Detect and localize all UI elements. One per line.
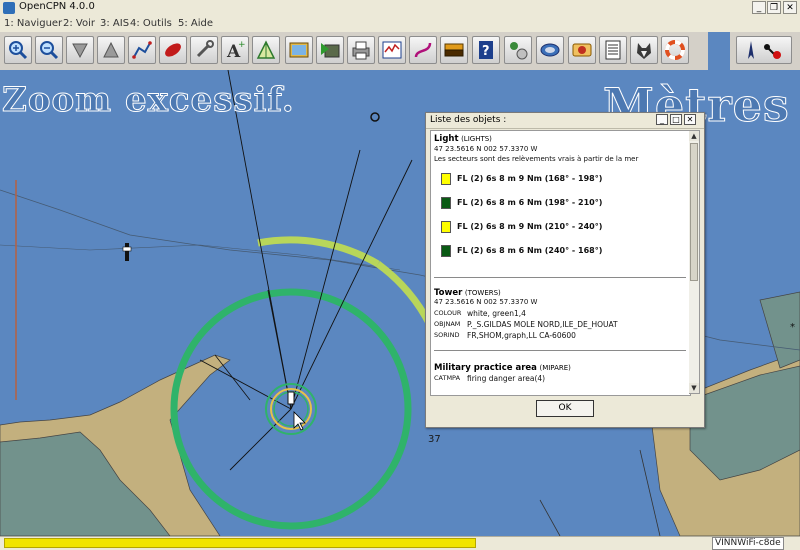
- ais-icon: [510, 42, 528, 60]
- military-header: Military practice area (MIPARE): [434, 363, 571, 373]
- dialog-title: Liste des objets :: [430, 115, 507, 125]
- menu-aide[interactable]: 5: Aide: [178, 18, 213, 29]
- window-title: OpenCPN 4.0.0: [19, 1, 95, 12]
- tools-button[interactable]: [190, 36, 218, 64]
- settings-button[interactable]: [378, 36, 406, 64]
- ok-button[interactable]: OK: [536, 400, 594, 417]
- north-up-icon: [748, 41, 781, 59]
- chart-button[interactable]: [285, 36, 313, 64]
- tides-icon: [256, 40, 276, 59]
- track-button[interactable]: [409, 36, 437, 64]
- depth-sounding: 37: [428, 434, 441, 445]
- divider: [434, 277, 686, 278]
- compass-button[interactable]: [568, 36, 596, 64]
- dialog-maximize-button[interactable]: □: [670, 114, 682, 125]
- route-icon: [132, 41, 152, 59]
- light-header: Light (LIGHTS): [434, 134, 492, 144]
- title-bar: OpenCPN 4.0.0 _ ❐ ✕: [0, 0, 800, 17]
- chart-quilt-icon: [540, 43, 560, 57]
- status-bar: VINNWiFi-c8de: [0, 536, 800, 550]
- lifebuoy-button[interactable]: [661, 36, 689, 64]
- main-toolbar: A + ?: [0, 32, 708, 71]
- light-position: 47 23.5616 N 002 57.3370 W: [434, 145, 538, 153]
- divider: [434, 350, 686, 351]
- app-icon: [3, 2, 15, 14]
- dialog-scrollbar[interactable]: ▲ ▼: [689, 130, 700, 394]
- sector-color-swatch: [441, 221, 451, 233]
- lifebuoy-icon: [665, 40, 685, 60]
- scroll-up-icon[interactable]: ▲: [689, 131, 699, 141]
- dialog-titlebar: Liste des objets : _ □ ✕: [426, 113, 704, 129]
- minimize-button[interactable]: _: [752, 1, 766, 14]
- object-list-dialog: Liste des objets : _ □ ✕ Light (LIGHTS) …: [425, 112, 705, 428]
- layers-icon: [444, 43, 464, 57]
- mob-icon: [165, 43, 181, 57]
- restore-button[interactable]: ❐: [767, 1, 781, 14]
- svg-text:*: *: [790, 322, 795, 333]
- status-text: VINNWiFi-c8de: [712, 537, 784, 550]
- chart-icon: [289, 42, 309, 58]
- print-icon: [352, 41, 370, 60]
- ais-button[interactable]: [504, 36, 532, 64]
- scroll-down-icon[interactable]: ▼: [689, 383, 699, 393]
- sector-color-swatch: [441, 173, 451, 185]
- light-sector-note: Les secteurs sont des relèvements vrais …: [434, 155, 639, 163]
- status-toolbar: [730, 32, 800, 71]
- chart-next-icon: [321, 43, 340, 58]
- scale-down-icon: [72, 43, 88, 59]
- menu-outils[interactable]: 4: Outils: [130, 18, 172, 29]
- tools-icon: [196, 40, 214, 58]
- zoom-in-icon: [9, 41, 28, 60]
- settings-icon: [382, 41, 402, 59]
- svg-text:+: +: [238, 40, 246, 50]
- chart-quilt-button[interactable]: [536, 36, 564, 64]
- progress-bar: [4, 538, 476, 548]
- dialog-close-button[interactable]: ✕: [684, 114, 696, 125]
- list-button[interactable]: [599, 36, 627, 64]
- layers-button[interactable]: [440, 36, 468, 64]
- menu-ais[interactable]: 3: AIS: [100, 18, 129, 29]
- menu-voir[interactable]: 2: Voir: [63, 18, 95, 29]
- mob-button[interactable]: [159, 36, 187, 64]
- list-icon: [605, 40, 621, 60]
- tower-header: Tower (TOWERS): [434, 288, 501, 298]
- compass-icon: [572, 43, 592, 57]
- zoom-in-button[interactable]: [4, 36, 32, 64]
- menu-bar: 1: Naviguer 2: Voir 3: AIS 4: Outils 5: …: [0, 16, 800, 32]
- scale-up-button[interactable]: [97, 36, 125, 64]
- print-button[interactable]: [347, 36, 375, 64]
- zoom-out-icon: [40, 41, 59, 60]
- sector-color-swatch: [441, 197, 451, 209]
- scale-up-icon: [103, 41, 119, 58]
- menu-naviguer[interactable]: 1: Naviguer: [4, 18, 62, 29]
- dog-button[interactable]: [630, 36, 658, 64]
- tower-position: 47 23.5616 N 002 57.3370 W: [434, 298, 538, 306]
- scroll-thumb[interactable]: [690, 143, 698, 281]
- svg-text:?: ?: [482, 44, 490, 59]
- overzoom-label: Zoom excessif.: [2, 80, 295, 121]
- help-button[interactable]: ?: [472, 36, 500, 64]
- object-list-content: Light (LIGHTS) 47 23.5616 N 002 57.3370 …: [430, 130, 691, 396]
- chart-next-button[interactable]: [316, 36, 344, 64]
- zoom-out-button[interactable]: [35, 36, 63, 64]
- route-button[interactable]: [128, 36, 156, 64]
- track-icon: [414, 42, 432, 58]
- tides-button[interactable]: [252, 36, 280, 64]
- dog-icon: [637, 43, 651, 59]
- text-icon: A+: [226, 40, 246, 61]
- text-button[interactable]: A +: [221, 36, 249, 64]
- dialog-minimize-button[interactable]: _: [656, 114, 668, 125]
- close-button[interactable]: ✕: [783, 1, 797, 14]
- sector-color-swatch: [441, 245, 451, 257]
- help-icon: ?: [479, 41, 493, 59]
- north-up-button[interactable]: [736, 36, 792, 64]
- scale-down-button[interactable]: [66, 36, 94, 64]
